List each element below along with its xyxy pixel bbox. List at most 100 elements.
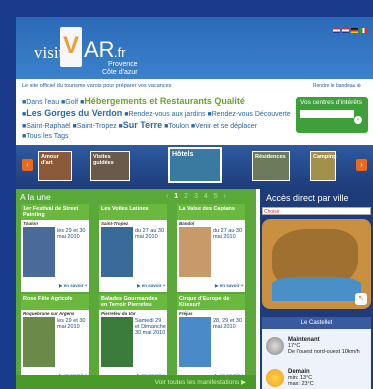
tag-link[interactable]: Rendez-vous Découverte (212, 111, 291, 118)
flag-uk-icon[interactable] (333, 28, 340, 33)
map-sea (272, 277, 361, 301)
event-location: Fréjus (179, 311, 193, 316)
tag-link[interactable]: Sur Terre (123, 120, 162, 130)
event-location: Saint-Tropez (101, 221, 129, 226)
logo-fr[interactable]: .fr (114, 45, 126, 60)
event-poster[interactable] (23, 227, 55, 277)
tag-link[interactable]: Hébergements et Restaurants Qualité (84, 96, 245, 106)
interests-input[interactable] (300, 110, 354, 118)
carousel-item[interactable]: Visites guidées (90, 151, 130, 181)
weather-now-desc: De l'ouest nord-ouest 10km/h (288, 349, 360, 355)
pager-page[interactable]: 4 (204, 193, 210, 200)
cloud-icon (266, 337, 284, 355)
pager-next-icon[interactable]: › (224, 193, 228, 200)
featured-pager: ‹ 1 2 3 4 5 › (166, 193, 228, 200)
tag-link[interactable]: Rendez-vous aux jardins (128, 111, 205, 118)
tag-link[interactable]: Dans l'eau (26, 99, 59, 106)
tag-link[interactable]: Saint-Raphaël (26, 123, 70, 130)
official-text: Le site officiel du tourisme varois pour… (22, 83, 172, 89)
interests-box: Vos centres d'intérêts » (296, 97, 368, 133)
pager-prev-icon[interactable]: ‹ (166, 193, 170, 200)
city-select[interactable]: Choisir (262, 207, 371, 215)
interests-go-icon[interactable]: » (354, 116, 362, 124)
tag-link[interactable]: Les Gorges du Verdon (26, 108, 122, 118)
carousel-item-label: Résidences (255, 154, 286, 160)
weather-tomorrow-max: max: 23°C (288, 381, 314, 387)
logo-v[interactable]: V (60, 27, 82, 67)
event-title[interactable]: La Valse des Capians (177, 204, 245, 220)
flag-nl-icon[interactable] (342, 28, 349, 33)
tag-link[interactable]: Toulon (168, 123, 189, 130)
city-access-title: Accès direct par ville (266, 193, 349, 203)
event-more-link[interactable]: ▶ en savoir + (59, 283, 87, 289)
event-location: Bandol (179, 221, 195, 226)
carousel-item-label: Camping (313, 154, 337, 160)
event-card[interactable]: Rose Fête Agricole Roquebrune sur Argens l… (20, 293, 90, 383)
event-date: les 29 et 30 mai 2010 (57, 318, 86, 330)
logo-visit[interactable]: visit (34, 43, 63, 63)
event-title[interactable]: Balades Gourmandes en Terroir Pierrefeu (99, 294, 167, 310)
map-expand-icon[interactable]: ↖ (355, 293, 367, 305)
event-date: du 27 au 30 mai 2010 (213, 228, 243, 240)
event-more-link[interactable]: ▶ en savoir + (137, 283, 165, 289)
event-poster[interactable] (101, 317, 133, 367)
event-date: du 27 au 30 mai 2010 (135, 228, 165, 240)
tag-cloud: ■Dans l'eau ■Golf ■Hébergements et Resta… (22, 96, 291, 140)
event-date: les 29 et 30 mai 2010 (57, 228, 86, 240)
logo-ar[interactable]: AR (84, 37, 115, 63)
event-card[interactable]: La Valse des Capians Bandol du 27 au 30 ma… (176, 203, 246, 293)
event-date: Samedi 29 et Dimanche 30 mai 2010 (135, 318, 166, 336)
event-poster[interactable] (179, 317, 211, 367)
event-more-link[interactable]: ▶ en savoir + (215, 283, 243, 289)
main-content: A la une ‹ 1 2 3 4 5 › 1er Festival de S… (16, 189, 373, 389)
logo-region: Provence Côte d'azur (102, 61, 138, 76)
featured-events: A la une ‹ 1 2 3 4 5 › 1er Festival de S… (16, 189, 256, 389)
featured-title: A la une (20, 192, 51, 202)
pager-page[interactable]: 3 (194, 193, 200, 200)
category-carousel: ‹ Amour d'art Visites guidées Hôtels Rés… (16, 145, 373, 189)
event-card[interactable]: Balades Gourmandes en Terroir Pierrefeu P… (98, 293, 168, 383)
carousel-item-label: Amour d'art (41, 154, 59, 166)
flag-de-icon[interactable] (351, 28, 358, 33)
event-location: Toulon (23, 221, 38, 226)
flag-it-icon[interactable] (360, 28, 367, 33)
carousel-item-active[interactable]: Hôtels (168, 147, 222, 183)
carousel-item-label: Visites guidées (93, 154, 114, 166)
tag-link[interactable]: Golf (65, 99, 78, 106)
interests-title: Vos centres d'intérêts (300, 99, 362, 106)
weather-location: Le Castellet (262, 317, 371, 329)
page-frame: visit V AR .fr Provence Côte d'azur Le s… (16, 17, 373, 389)
tag-link[interactable]: Saint-Tropez (77, 123, 117, 130)
city-access-panel: Accès direct par ville Choisir ↖ Le Cast… (260, 189, 373, 389)
weather-widget: Le Castellet Maintenant 17°C De l'ouest … (262, 317, 371, 389)
sun-icon (266, 369, 284, 387)
carousel-item[interactable]: Camping (310, 151, 337, 181)
event-title[interactable]: 1er Festival de Street Painting (21, 204, 89, 220)
carousel-item[interactable]: Amour d'art (38, 151, 72, 181)
tag-link[interactable]: Tous les Tags (26, 133, 68, 140)
event-title[interactable]: Cirque d'Europe de Kitesurf (177, 294, 245, 310)
event-location: Roquebrune sur Argens (23, 311, 75, 316)
carousel-next-icon[interactable]: › (356, 159, 367, 171)
tag-link[interactable]: Venir et se déplacer (195, 123, 257, 130)
carousel-item-label: Hôtels (172, 151, 194, 158)
event-poster[interactable] (179, 227, 211, 277)
all-events-link[interactable]: Voir toutes les manifestations ▶ (16, 375, 256, 389)
pager-page[interactable]: 2 (184, 193, 190, 200)
event-date: 28, 29 et 30 mai 2010 (213, 318, 243, 330)
carousel-prev-icon[interactable]: ‹ (22, 159, 33, 171)
pager-page[interactable]: 5 (214, 193, 220, 200)
event-location: Pierrefeu du Var (101, 311, 136, 316)
carousel-item[interactable]: Résidences (252, 151, 290, 181)
event-title[interactable]: Rose Fête Agricole (21, 294, 89, 310)
var-map[interactable]: ↖ (262, 219, 371, 309)
event-title[interactable]: Les Voiles Latines (99, 204, 167, 220)
event-card[interactable]: Cirque d'Europe de Kitesurf Fréjus 28, 29 … (176, 293, 246, 383)
event-card[interactable]: 1er Festival de Street Painting Toulon les… (20, 203, 90, 293)
hide-banner-link[interactable]: Rendre le bandeau ⊕ (313, 83, 361, 89)
language-flags (333, 28, 367, 33)
event-poster[interactable] (23, 317, 55, 367)
pager-page[interactable]: 1 (174, 193, 180, 200)
event-card[interactable]: Les Voiles Latines Saint-Tropez du 27 au 3… (98, 203, 168, 293)
event-poster[interactable] (101, 227, 133, 277)
